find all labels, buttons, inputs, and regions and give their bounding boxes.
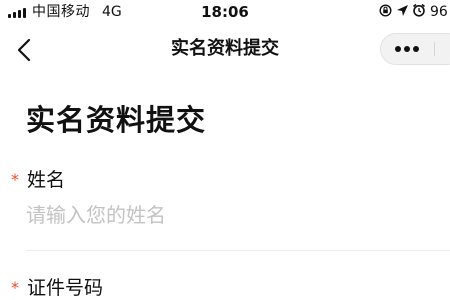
field-divider bbox=[26, 250, 450, 251]
alarm-icon bbox=[412, 3, 426, 23]
battery-level: 96 bbox=[430, 4, 448, 20]
location-icon bbox=[396, 4, 409, 23]
page-title: 实名资料提交 bbox=[26, 103, 207, 137]
capsule-divider bbox=[434, 42, 435, 56]
name-input[interactable] bbox=[26, 200, 416, 230]
name-label: 姓名 bbox=[27, 169, 66, 191]
id-number-field: * 证件号码 bbox=[0, 274, 450, 300]
required-mark: * bbox=[11, 278, 19, 297]
screen-lock-icon bbox=[379, 4, 392, 23]
required-mark: * bbox=[11, 170, 19, 189]
id-number-label: 证件号码 bbox=[27, 277, 104, 299]
status-bar: 中国移动 4G 18:06 96 bbox=[0, 0, 450, 26]
navigation-bar: 实名资料提交 bbox=[0, 26, 450, 74]
more-dots-icon bbox=[395, 46, 401, 52]
more-button[interactable] bbox=[381, 34, 431, 64]
name-field: * 姓名 bbox=[0, 166, 450, 256]
mini-program-capsule bbox=[380, 33, 450, 65]
